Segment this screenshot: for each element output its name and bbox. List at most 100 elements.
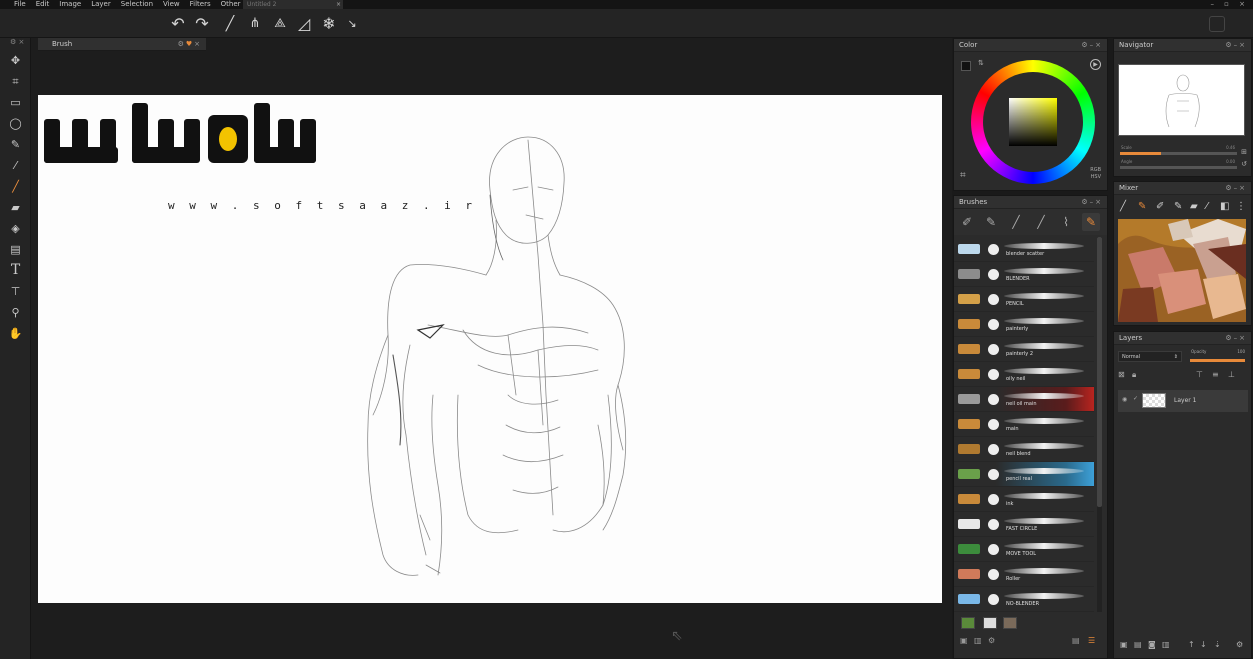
kaleidoscope-icon[interactable]: ❄ (319, 14, 339, 34)
menu-image[interactable]: Image (54, 0, 86, 9)
move-up-icon[interactable]: ↑ (1188, 640, 1195, 649)
lock-transparency-icon[interactable]: ⊠ (1118, 370, 1125, 379)
mask-icon[interactable]: ◙ (1148, 640, 1156, 649)
fullscreen-icon[interactable] (1209, 16, 1225, 32)
swatch-brown[interactable] (1003, 617, 1017, 629)
list-view-icon[interactable]: ▤ (1072, 636, 1080, 645)
move-tool-icon[interactable]: ✥ (0, 50, 31, 71)
mixer-knife-icon[interactable]: ✎ (1174, 201, 1182, 212)
category-soft-brush-icon[interactable]: ✐ (958, 213, 976, 231)
rect-select-icon[interactable]: ▭ (0, 92, 31, 113)
brush-item[interactable]: FAST CIRCLE (954, 512, 1094, 537)
menu-filters[interactable]: Filters (185, 0, 216, 9)
merge-icon[interactable]: ⇣ (1214, 640, 1221, 649)
brush-list-scrollbar[interactable] (1097, 237, 1102, 612)
delete-brush-icon[interactable]: ▥ (974, 636, 982, 645)
play-icon[interactable]: ▶ (1090, 59, 1101, 70)
rotate-reset-icon[interactable]: ↺ (1241, 160, 1247, 168)
brush-item[interactable]: NO-BLENDER (954, 587, 1094, 612)
category-custom-icon[interactable]: ✎ (1082, 213, 1100, 231)
brush-icon[interactable]: ╱ (0, 176, 31, 197)
panel-controls[interactable]: ⚙–× (1225, 39, 1247, 52)
visibility-eye-icon[interactable]: ◉ (1122, 396, 1127, 403)
swatch-white[interactable] (983, 617, 997, 629)
perspective-icon[interactable]: ⟁ (270, 14, 290, 34)
panel-controls[interactable]: ⚙–× (1225, 182, 1247, 195)
panel-controls[interactable]: ⚙–× (1081, 196, 1103, 209)
menu-layer[interactable]: Layer (86, 0, 116, 9)
hand-icon[interactable]: ✋ (0, 323, 31, 344)
mixer-brush-icon[interactable]: ╱ (1120, 201, 1126, 212)
category-tube-icon[interactable]: ⌇ (1057, 213, 1075, 231)
layer-check-icon[interactable]: ✓ (1133, 395, 1138, 402)
menu-edit[interactable]: Edit (31, 0, 55, 9)
gradient-icon[interactable]: ▤ (0, 239, 31, 260)
category-pencil-icon[interactable]: ╱ (1007, 213, 1025, 231)
crop-tool-icon[interactable]: ⌗ (0, 71, 31, 92)
category-pen-icon[interactable]: ╱ (1032, 213, 1050, 231)
grid-view-icon[interactable]: ☰ (1088, 636, 1095, 645)
scale-slider[interactable] (1120, 152, 1237, 155)
brush-item[interactable]: BLENDER (954, 262, 1094, 287)
current-color-swatch[interactable] (961, 61, 971, 71)
fit-icon[interactable]: ⊞ (1241, 148, 1247, 156)
undo-icon[interactable]: ↶ (168, 14, 188, 34)
menu-file[interactable]: File (0, 0, 31, 9)
align-bottom-icon[interactable]: ⊥ (1228, 370, 1235, 379)
mixer-smudge-icon[interactable]: ✐ (1156, 201, 1164, 212)
brush-item[interactable]: MOVE TOOL (954, 537, 1094, 562)
ruler-triangle-icon[interactable]: ◿ (294, 14, 314, 34)
menu-view[interactable]: View (158, 0, 185, 9)
angle-slider[interactable] (1120, 166, 1237, 169)
mode-hsv[interactable]: HSV (1090, 174, 1101, 181)
delete-layer-icon[interactable]: ▥ (1162, 640, 1170, 649)
eraser-icon[interactable]: ▰ (0, 197, 31, 218)
brush-item[interactable]: blender scatter (954, 237, 1094, 262)
settings-icon[interactable]: ⚙ (988, 636, 995, 645)
brush-item[interactable]: painterly 2 (954, 337, 1094, 362)
mixer-canvas[interactable] (1118, 219, 1246, 322)
move-down-icon[interactable]: ↓ (1200, 640, 1207, 649)
mixer-picker-icon[interactable]: ⁄ (1206, 201, 1208, 212)
drawing-canvas[interactable]: w w w . s o f t s a a z . i r ⇖ (38, 95, 942, 644)
crop-corners-icon[interactable]: ⌗ (960, 170, 966, 181)
brush-item[interactable]: pencil real (954, 462, 1094, 487)
close-tab-icon[interactable]: × (336, 0, 341, 9)
eyedropper-icon[interactable]: ⁄ (0, 155, 31, 176)
redo-icon[interactable]: ↷ (192, 14, 212, 34)
brush-item[interactable]: ink (954, 487, 1094, 512)
hue-ring[interactable] (971, 60, 1095, 184)
brush-item[interactable]: Roller (954, 562, 1094, 587)
swatch-green[interactable] (961, 617, 975, 629)
mixer-eraser-icon[interactable]: ▰ (1190, 201, 1198, 212)
panel-controls[interactable]: ⚙–× (1081, 39, 1103, 52)
symmetry-icon[interactable]: ⋔ (245, 14, 265, 34)
mode-rgb[interactable]: RGB (1090, 167, 1101, 174)
align-middle-icon[interactable]: ≡ (1212, 370, 1219, 379)
mixer-options-icon[interactable]: ⋮ (1236, 201, 1246, 212)
layer-settings-icon[interactable]: ⚙ (1236, 640, 1243, 649)
mixer-blend-icon[interactable]: ✎ (1138, 201, 1146, 212)
new-group-icon[interactable]: ▤ (1134, 640, 1142, 649)
zoom-icon[interactable]: ⚲ (0, 302, 31, 323)
panel-controls[interactable]: ⚙–× (1225, 332, 1247, 345)
align-top-icon[interactable]: ⊤ (1196, 370, 1203, 379)
brush-item[interactable]: painterly (954, 312, 1094, 337)
menu-selection[interactable]: Selection (116, 0, 158, 9)
knife-icon[interactable]: ↘ (342, 14, 362, 34)
saturation-value-square[interactable] (1009, 98, 1057, 146)
paint-roller-icon[interactable]: ⊤ (0, 281, 31, 302)
layer-row[interactable]: ◉ ✓ Layer 1 (1118, 390, 1248, 412)
opacity-slider[interactable] (1190, 359, 1245, 362)
text-tool-icon[interactable]: T (0, 260, 31, 281)
new-brush-icon[interactable]: ▣ (960, 636, 968, 645)
brush-panel-tab[interactable]: Brush ⚙♥× (38, 38, 206, 51)
brush-item[interactable]: oily neil (954, 362, 1094, 387)
brush-item[interactable]: neil oil main (954, 387, 1094, 412)
brush-item[interactable]: main (954, 412, 1094, 437)
blend-mode-select[interactable]: Normal ⇕ (1118, 351, 1182, 362)
navigator-thumbnail[interactable] (1118, 64, 1245, 136)
document-tab[interactable]: Untitled 2 × (243, 0, 343, 9)
panel-controls[interactable]: ⚙♥× (178, 38, 202, 51)
category-round-brush-icon[interactable]: ✎ (982, 213, 1000, 231)
